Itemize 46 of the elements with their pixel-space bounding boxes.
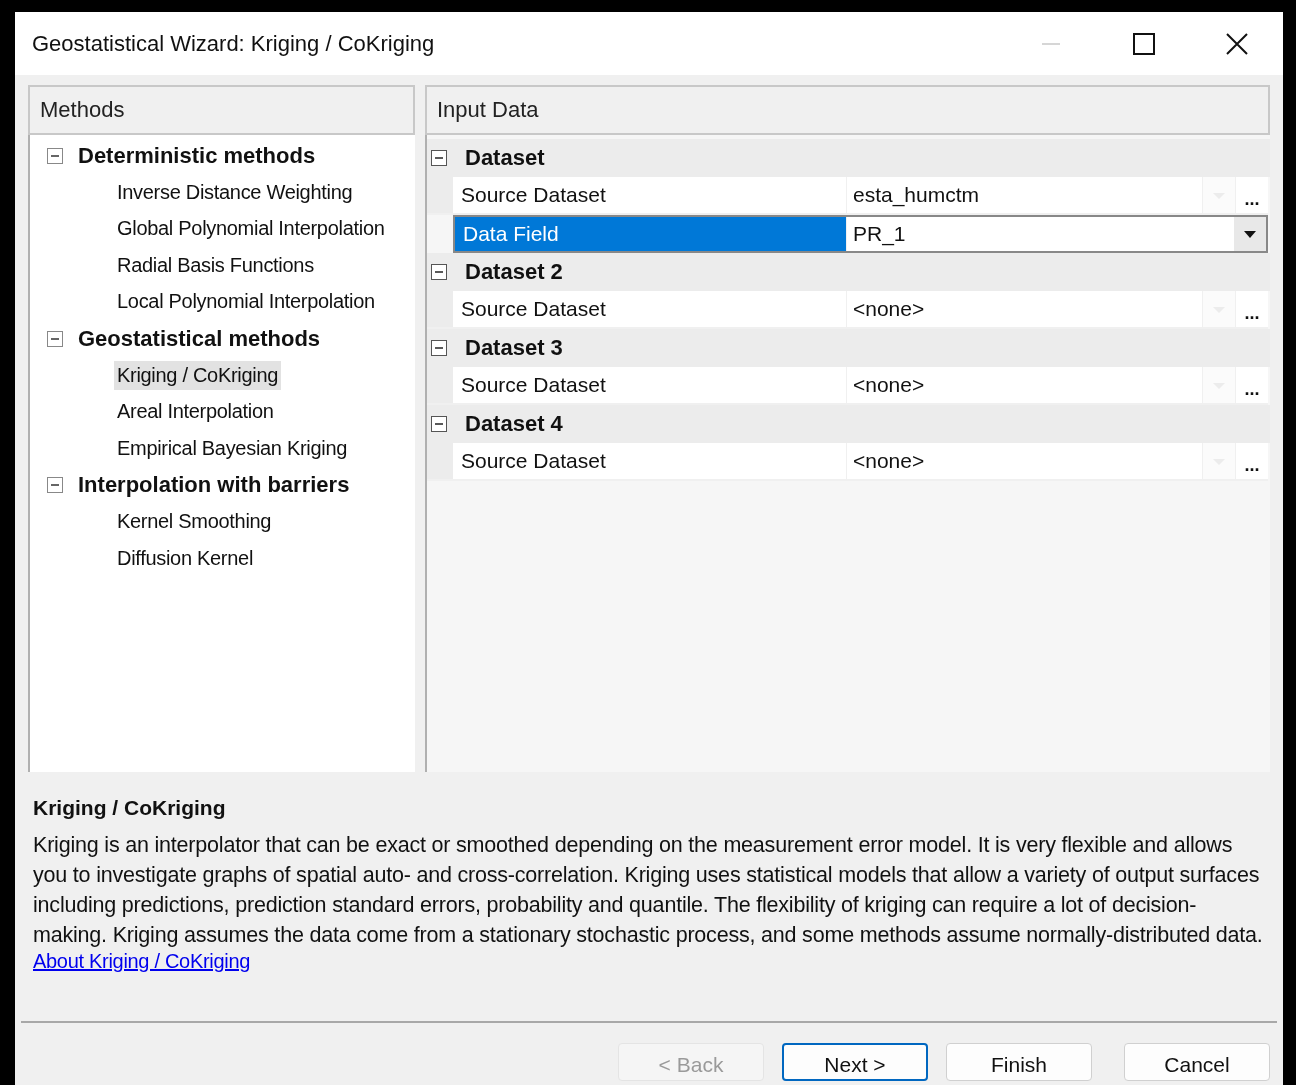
tree-item[interactable]: Empirical Bayesian Kriging	[114, 433, 351, 463]
panel-header: Methods	[28, 85, 415, 135]
tree-item[interactable]: Kriging / CoKriging	[114, 360, 282, 390]
tree-item[interactable]: Diffusion Kernel	[114, 543, 257, 573]
property-value[interactable]: <none>	[847, 291, 1202, 327]
collapse-icon[interactable]	[431, 340, 447, 356]
panel-header: Input Data	[425, 85, 1270, 135]
property-name[interactable]: Source Dataset	[453, 291, 847, 327]
browse-button[interactable]: ...	[1235, 443, 1268, 479]
collapse-icon[interactable]	[47, 147, 63, 164]
property-name[interactable]: Source Dataset	[453, 367, 847, 403]
collapse-icon[interactable]	[47, 477, 63, 493]
property-value[interactable]: esta_humctm	[847, 177, 1202, 213]
tree-item[interactable]: Radial Basis Functions	[114, 250, 317, 280]
collapse-icon[interactable]	[47, 330, 63, 347]
browse-button[interactable]: ...	[1235, 367, 1268, 403]
collapse-icon[interactable]	[431, 416, 447, 432]
close-icon[interactable]	[1226, 32, 1248, 55]
wizard-button[interactable]: Next >	[782, 1043, 928, 1081]
tree-item[interactable]: Areal Interpolation	[114, 397, 277, 427]
tree-group[interactable]: Geostatistical methods	[78, 325, 321, 352]
window-title: Geostatistical Wizard: Kriging / CoKriging	[32, 30, 436, 57]
property-name[interactable]: Source Dataset	[453, 443, 847, 479]
browse-button[interactable]: ...	[1235, 177, 1268, 213]
collapse-icon[interactable]	[431, 264, 447, 280]
wizard-button[interactable]: Finish	[946, 1043, 1092, 1081]
description-title: Kriging / CoKriging	[33, 796, 227, 820]
tree-group[interactable]: Deterministic methods	[78, 142, 316, 169]
category-label: Dataset 3	[465, 335, 563, 361]
category-label: Dataset	[465, 145, 545, 171]
browse-button[interactable]: ...	[1235, 291, 1268, 327]
tree-item[interactable]: Local Polynomial Interpolation	[114, 287, 378, 317]
wizard-button[interactable]: Cancel	[1124, 1043, 1270, 1081]
property-name[interactable]: Source Dataset	[453, 177, 847, 213]
tree-item[interactable]: Inverse Distance Weighting	[114, 177, 356, 207]
category-label: Dataset 2	[465, 259, 563, 285]
collapse-icon[interactable]	[431, 150, 447, 166]
tree-group[interactable]: Interpolation with barriers	[78, 472, 350, 498]
tree-item[interactable]: Kernel Smoothing	[114, 507, 275, 537]
maximize-icon[interactable]	[1133, 32, 1155, 55]
category-label: Dataset 4	[465, 411, 563, 437]
tree-item[interactable]: Global Polynomial Interpolation	[114, 214, 388, 244]
help-link[interactable]: About Kriging / CoKriging	[33, 950, 251, 973]
property-value[interactable]: <none>	[847, 367, 1202, 403]
description-text: Kriging is an interpolator that can be exact or smoothed depending on the measurement error model. It is very flexible and allows you to investigate graphs of spatial auto- and cross-correlation. Kriging uses statistical models that allow a variety of output surfaces including predictions, prediction standard errors, probability and quantile. The flexibility of kriging can require a lot of decision-making. Kriging assumes the data come from a stationary stochastic process, and some methods assume normally-distributed data.	[33, 832, 1264, 949]
property-value[interactable]: <none>	[847, 443, 1202, 479]
